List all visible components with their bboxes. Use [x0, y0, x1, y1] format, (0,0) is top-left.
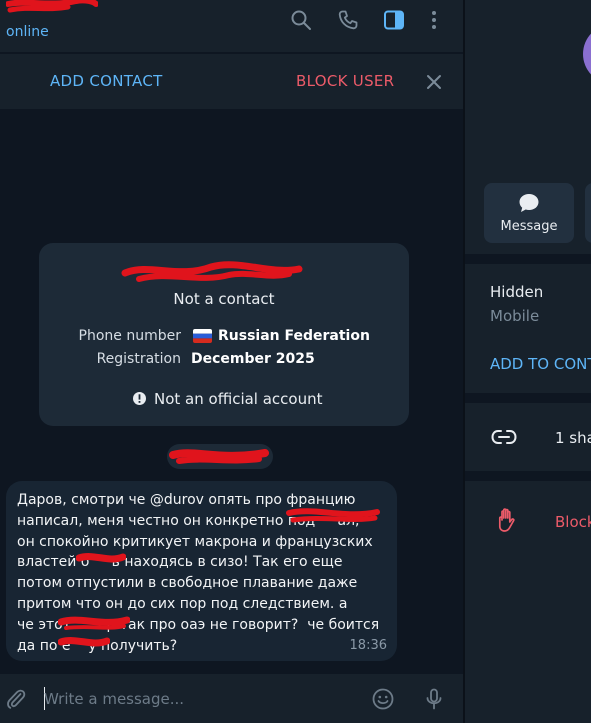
redacted-date-scribble — [169, 449, 269, 464]
message-input[interactable] — [44, 688, 354, 710]
block-user-button[interactable]: BLOCK USER — [296, 72, 394, 90]
shared-links-item[interactable]: 1 sha — [555, 429, 591, 447]
user-info-panel: Message Hidden Mobile ADD TO CONT 1 sha … — [465, 0, 591, 723]
section-divider — [465, 471, 591, 481]
block-user-item[interactable]: Block — [555, 513, 591, 531]
chat-area: online ADD CONTACT BLOCK USER Not a cont… — [0, 0, 463, 723]
contact-status: online — [6, 24, 49, 40]
incoming-message-bubble[interactable]: Даров, смотри че @durov опять про франци… — [6, 481, 397, 661]
section-divider — [465, 254, 591, 264]
chat-bubble-icon — [519, 194, 539, 212]
call-button[interactable] — [585, 183, 591, 243]
message-time: 18:36 — [349, 638, 387, 653]
not-a-contact-title: Not a contact — [173, 290, 275, 308]
redaction-scribble — [58, 637, 110, 647]
microphone-icon[interactable] — [422, 687, 446, 711]
avatar — [583, 24, 591, 84]
attach-icon[interactable] — [4, 687, 28, 711]
link-icon — [491, 430, 517, 444]
redacted-name-scribble — [121, 261, 303, 282]
date-separator — [167, 444, 273, 469]
message-composer — [0, 674, 463, 723]
russia-flag-icon — [193, 329, 212, 343]
chat-header: online — [0, 0, 463, 52]
message-button-label: Message — [500, 219, 558, 234]
contact-info-card: Not a contact Phone number Russian Feder… — [39, 243, 409, 426]
phone-type-label: Mobile — [490, 307, 540, 325]
sidebar-toggle-icon[interactable] — [382, 8, 406, 32]
not-official-account-notice: Not an official account — [154, 390, 323, 408]
registration-value: December 2025 — [191, 351, 315, 367]
section-divider — [465, 393, 591, 403]
redaction-scribble — [58, 616, 130, 630]
phone-hidden-value: Hidden — [490, 283, 544, 301]
unknown-contact-action-bar: ADD CONTACT BLOCK USER — [0, 54, 463, 109]
redaction-scribble — [286, 508, 380, 523]
phone-number-label: Phone number — [78, 328, 181, 344]
redaction-scribble — [76, 553, 126, 563]
phone-icon[interactable] — [336, 8, 360, 32]
emoji-icon[interactable] — [371, 687, 395, 711]
add-contact-button[interactable]: ADD CONTACT — [50, 72, 163, 90]
redacted-contact-name — [6, 0, 98, 13]
message-button[interactable]: Message — [484, 183, 574, 243]
add-to-contacts-button[interactable]: ADD TO CONT — [490, 355, 591, 373]
phone-number-value: Russian Federation — [218, 328, 370, 344]
close-icon[interactable] — [423, 71, 445, 93]
search-icon[interactable] — [289, 8, 313, 32]
exclamation-icon — [133, 392, 146, 405]
registration-label: Registration — [96, 351, 181, 367]
more-vertical-icon[interactable] — [422, 8, 446, 32]
block-hand-icon — [498, 508, 515, 532]
